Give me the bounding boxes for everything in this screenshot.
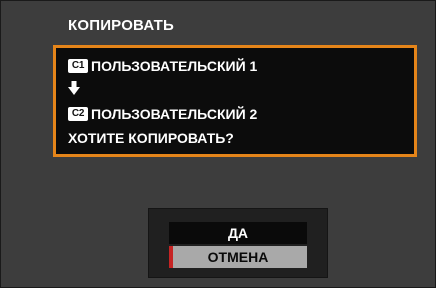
custom-2-icon: C2	[68, 107, 88, 121]
cancel-button-label: ОТМЕНА	[207, 249, 269, 265]
yes-button[interactable]: ДА	[169, 222, 307, 244]
source-line: C1 ПОЛЬЗОВАТЕЛЬСКИЙ 1	[68, 57, 257, 75]
selection-marker	[169, 246, 173, 268]
custom-1-icon: C1	[68, 59, 88, 73]
source-label: ПОЛЬЗОВАТЕЛЬСКИЙ 1	[91, 58, 258, 74]
target-label: ПОЛЬЗОВАТЕЛЬСКИЙ 2	[91, 106, 258, 122]
arrow-down-icon	[68, 81, 80, 95]
screen-title: КОПИРОВАТЬ	[68, 17, 174, 34]
confirm-question: ХОТИТЕ КОПИРОВАТЬ?	[68, 130, 234, 146]
arrow-line	[68, 81, 80, 95]
target-line: C2 ПОЛЬЗОВАТЕЛЬСКИЙ 2	[68, 105, 257, 123]
yes-button-label: ДА	[227, 225, 249, 241]
cancel-button[interactable]: ОТМЕНА	[169, 246, 307, 268]
copy-settings-screen: КОПИРОВАТЬ C1 ПОЛЬЗОВАТЕЛЬСКИЙ 1 C2 ПОЛЬ…	[0, 0, 436, 288]
message-box: C1 ПОЛЬЗОВАТЕЛЬСКИЙ 1 C2 ПОЛЬЗОВАТЕЛЬСКИ…	[53, 45, 417, 157]
confirm-dialog: ДА ОТМЕНА	[148, 208, 328, 278]
